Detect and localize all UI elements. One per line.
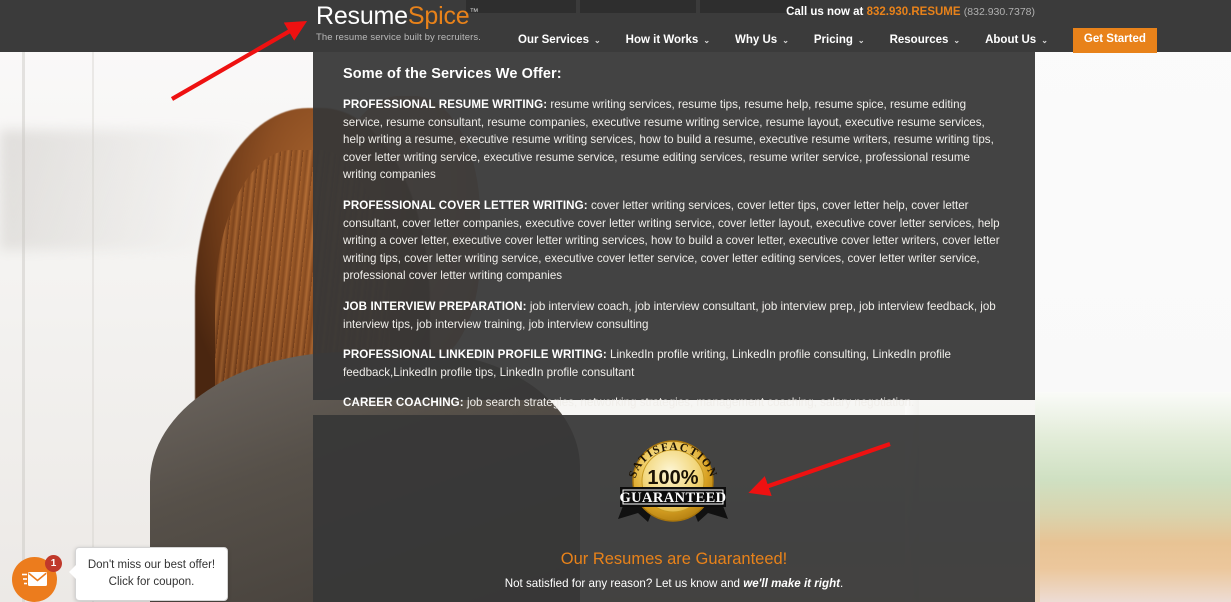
envelope-icon	[21, 571, 47, 586]
logo-text-spice: Spice	[407, 2, 470, 30]
main-navigation: Our Services ⌄ How it Works ⌄ Why Us ⌄ P…	[518, 28, 1157, 53]
service-entry-linkedin-profile: PROFESSIONAL LINKEDIN PROFILE WRITING: L…	[343, 346, 1005, 381]
coupon-tooltip[interactable]: Don't miss our best offer! Click for cou…	[69, 547, 228, 601]
services-panel-title: Some of the Services We Offer:	[343, 66, 562, 82]
satisfaction-guaranteed-badge: SATISFACTION 100% GUARANTEED	[612, 437, 734, 522]
call-us-banner: Call us now at 832.930.RESUME (832.930.7…	[786, 6, 1035, 18]
services-panel: Some of the Services We Offer: PROFESSIO…	[313, 52, 1035, 409]
logo-tagline: The resume service built by recruiters.	[316, 32, 481, 43]
logo-text: ResumeSpice™	[316, 4, 481, 29]
service-heading: CAREER COACHING:	[343, 396, 464, 410]
background-right-upper	[1035, 0, 1231, 392]
nav-item-pricing[interactable]: Pricing ⌄	[814, 32, 878, 48]
background-right-lower	[1035, 392, 1231, 602]
nav-item-about-us[interactable]: About Us ⌄	[985, 32, 1061, 48]
header-top-strip	[0, 0, 1231, 13]
service-heading: PROFESSIONAL LINKEDIN PROFILE WRITING:	[343, 348, 607, 362]
get-started-button[interactable]: Get Started	[1072, 28, 1157, 53]
nav-label: How it Works	[625, 34, 699, 47]
header-strip-block	[580, 0, 696, 13]
coupon-tooltip-line2: Click for coupon.	[108, 576, 195, 588]
guarantee-subtitle-emphasis: we'll make it right	[743, 577, 841, 590]
nav-label: Our Services	[518, 34, 589, 47]
nav-label: Resources	[889, 34, 949, 47]
service-body: job search strategies, networking strate…	[463, 396, 915, 410]
call-us-prefix: Call us now at	[786, 6, 864, 18]
window-frame-line	[92, 0, 94, 602]
phone-number-alt: (832.930.7378)	[963, 6, 1035, 18]
chevron-down-icon: ⌄	[1041, 35, 1048, 45]
service-entry-job-interview-prep: JOB INTERVIEW PREPARATION: job interview…	[343, 298, 1005, 333]
chevron-down-icon: ⌄	[857, 35, 865, 45]
nav-item-how-it-works[interactable]: How it Works ⌄	[626, 32, 723, 48]
service-entry-cover-letter-writing: PROFESSIONAL COVER LETTER WRITING: cover…	[343, 197, 1005, 285]
nav-label: Why Us	[735, 34, 778, 47]
nav-label: About Us	[985, 34, 1037, 47]
chevron-down-icon: ⌄	[593, 35, 601, 45]
nav-item-resources[interactable]: Resources ⌄	[890, 32, 974, 48]
chevron-down-icon: ⌄	[782, 35, 789, 45]
service-entry-resume-writing: PROFESSIONAL RESUME WRITING: resume writ…	[343, 96, 1005, 184]
window-frame-line	[22, 0, 25, 602]
service-entry-career-coaching: CAREER COACHING: job search strategies, …	[343, 394, 1005, 412]
notification-count-badge: 1	[45, 555, 62, 572]
service-heading: PROFESSIONAL COVER LETTER WRITING:	[343, 198, 588, 212]
chevron-down-icon: ⌄	[953, 35, 961, 45]
service-heading: JOB INTERVIEW PREPARATION:	[343, 299, 527, 313]
logo-text-resume: Resume	[316, 2, 408, 30]
service-heading: PROFESSIONAL RESUME WRITING:	[343, 98, 548, 111]
guarantee-subtitle-pre: Not satisfied for any reason? Let us kno…	[504, 577, 744, 590]
site-logo[interactable]: ResumeSpice™ The resume service built by…	[316, 4, 481, 44]
site-header: ResumeSpice™ The resume service built by…	[0, 0, 1231, 53]
badge-banner-text: GUARANTEED	[619, 490, 726, 506]
guarantee-panel: SATISFACTION 100% GUARANTEED Our Resumes…	[313, 415, 1035, 602]
guarantee-subtitle: Not satisfied for any reason? Let us kno…	[313, 577, 1035, 590]
badge-percent: 100%	[647, 467, 698, 489]
nav-item-why-us[interactable]: Why Us ⌄	[735, 32, 802, 48]
tooltip-tail	[69, 565, 76, 579]
nav-item-our-services[interactable]: Our Services ⌄	[518, 32, 614, 48]
chevron-down-icon: ⌄	[703, 35, 711, 45]
header-strip-block	[466, 0, 576, 13]
page-root: ResumeSpice™ The resume service built by…	[0, 0, 1231, 602]
guarantee-title: Our Resumes are Guaranteed!	[560, 550, 788, 568]
phone-number-link[interactable]: 832.930.RESUME	[867, 6, 961, 18]
trademark-icon: ™	[469, 6, 479, 17]
coupon-tooltip-line1: Don't miss our best offer!	[87, 559, 216, 571]
guarantee-subtitle-post: .	[840, 577, 844, 590]
nav-label: Pricing	[813, 34, 853, 47]
